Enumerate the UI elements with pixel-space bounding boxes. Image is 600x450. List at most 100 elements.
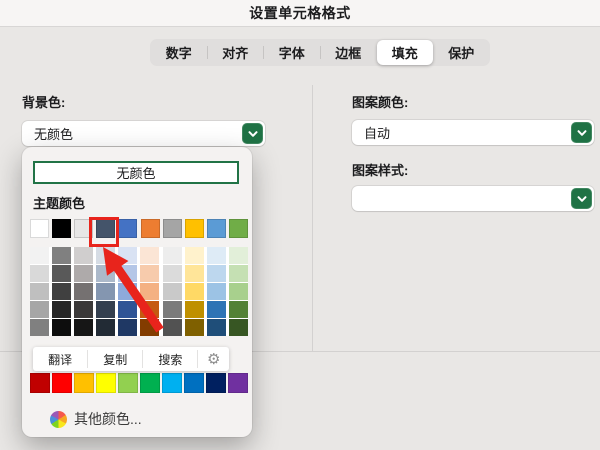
theme-variant-swatch[interactable] (185, 283, 204, 300)
theme-variant-swatch[interactable] (229, 247, 248, 264)
chevron-down-icon[interactable] (571, 188, 592, 209)
theme-variant-swatch[interactable] (30, 301, 49, 318)
theme-variant-swatch[interactable] (229, 319, 248, 336)
theme-color-swatch[interactable] (30, 219, 49, 238)
theme-variant-swatch[interactable] (229, 265, 248, 282)
theme-variant-swatch[interactable] (52, 265, 71, 282)
background-color-dropdown[interactable]: 无颜色 (22, 121, 265, 146)
theme-variant-swatch[interactable] (30, 283, 49, 300)
tab-对齐[interactable]: 对齐 (208, 40, 264, 65)
context-menu-item-翻译[interactable]: 翻译 (33, 347, 87, 371)
theme-variant-swatch[interactable] (118, 247, 137, 264)
theme-variant-swatch[interactable] (30, 247, 49, 264)
theme-variant-swatch[interactable] (74, 265, 93, 282)
theme-variant-swatch[interactable] (207, 301, 226, 318)
theme-color-swatch[interactable] (185, 219, 204, 238)
theme-color-swatch[interactable] (118, 219, 137, 238)
tab-边框[interactable]: 边框 (321, 40, 377, 65)
no-color-button[interactable]: 无颜色 (33, 161, 239, 184)
theme-color-swatch[interactable] (141, 219, 160, 238)
theme-variant-swatch[interactable] (52, 283, 71, 300)
theme-variant-swatch[interactable] (96, 247, 115, 264)
standard-color-swatch[interactable] (206, 373, 226, 393)
theme-variant-swatch[interactable] (163, 319, 182, 336)
standard-color-swatch[interactable] (118, 373, 138, 393)
theme-variant-swatch[interactable] (96, 319, 115, 336)
theme-variant-swatch[interactable] (96, 283, 115, 300)
theme-variant-swatch[interactable] (30, 319, 49, 336)
tab-填充[interactable]: 填充 (377, 40, 433, 65)
theme-variant-swatch[interactable] (207, 247, 226, 264)
theme-variant-swatch[interactable] (118, 283, 137, 300)
theme-variant-swatch[interactable] (185, 301, 204, 318)
more-colors-label: 其他颜色... (74, 409, 142, 429)
format-cells-dialog: 设置单元格格式 数字对齐字体边框填充保护 背景色: 无颜色 图案颜色: 自动 图… (0, 0, 600, 450)
theme-color-swatch[interactable] (163, 219, 182, 238)
theme-variant-swatch[interactable] (207, 265, 226, 282)
standard-color-swatch[interactable] (30, 373, 50, 393)
theme-variant-swatch[interactable] (74, 247, 93, 264)
theme-color-swatch[interactable] (207, 219, 226, 238)
theme-variant-swatch[interactable] (140, 265, 159, 282)
standard-color-swatch[interactable] (228, 373, 248, 393)
standard-color-swatch[interactable] (52, 373, 72, 393)
tab-字体[interactable]: 字体 (264, 40, 320, 65)
theme-variant-swatch[interactable] (74, 283, 93, 300)
theme-variant-swatch[interactable] (163, 247, 182, 264)
chevron-down-icon[interactable] (242, 123, 263, 144)
theme-variant-swatch[interactable] (52, 301, 71, 318)
color-wheel-icon (50, 411, 67, 428)
tab-保护[interactable]: 保护 (434, 40, 490, 65)
theme-variant-swatch[interactable] (140, 247, 159, 264)
theme-variant-swatch[interactable] (163, 283, 182, 300)
context-menu: 翻译复制搜索⚙ (33, 347, 229, 371)
theme-variant-swatch[interactable] (52, 319, 71, 336)
gear-icon[interactable]: ⚙ (198, 347, 229, 371)
standard-colors-row (30, 373, 248, 393)
theme-variant-swatch[interactable] (207, 319, 226, 336)
theme-variant-swatch[interactable] (229, 283, 248, 300)
theme-variant-swatch[interactable] (30, 265, 49, 282)
standard-color-swatch[interactable] (184, 373, 204, 393)
theme-variant-swatch[interactable] (52, 247, 71, 264)
theme-variant-swatch[interactable] (96, 265, 115, 282)
theme-variant-swatch[interactable] (140, 283, 159, 300)
theme-variant-swatch[interactable] (229, 301, 248, 318)
theme-variant-swatch[interactable] (118, 319, 137, 336)
theme-colors-row (30, 219, 248, 238)
standard-color-swatch[interactable] (74, 373, 94, 393)
theme-variant-swatch[interactable] (74, 301, 93, 318)
more-colors-button[interactable]: 其他颜色... (50, 409, 142, 429)
pattern-style-dropdown[interactable] (352, 186, 594, 211)
theme-variant-swatch[interactable] (163, 301, 182, 318)
standard-color-swatch[interactable] (140, 373, 160, 393)
dialog-title: 设置单元格格式 (249, 3, 351, 23)
context-menu-item-搜索[interactable]: 搜索 (143, 347, 197, 371)
theme-variant-swatch[interactable] (118, 301, 137, 318)
vertical-divider (312, 85, 313, 351)
theme-variant-swatch[interactable] (96, 301, 115, 318)
theme-variant-swatch[interactable] (185, 319, 204, 336)
highlight-rectangle-annotation (89, 217, 119, 247)
theme-variant-swatch[interactable] (74, 319, 93, 336)
pattern-color-dropdown[interactable]: 自动 (352, 120, 594, 145)
theme-variant-swatch[interactable] (207, 283, 226, 300)
theme-variant-swatch[interactable] (185, 265, 204, 282)
theme-variant-swatch[interactable] (185, 247, 204, 264)
standard-color-swatch[interactable] (96, 373, 116, 393)
background-color-value: 无颜色 (34, 121, 73, 146)
theme-variant-swatch[interactable] (140, 301, 159, 318)
theme-color-swatch[interactable] (229, 219, 248, 238)
theme-variant-swatch[interactable] (163, 265, 182, 282)
format-tabs: 数字对齐字体边框填充保护 (150, 39, 490, 66)
theme-variant-swatch[interactable] (118, 265, 137, 282)
tab-数字[interactable]: 数字 (151, 40, 207, 65)
standard-color-swatch[interactable] (162, 373, 182, 393)
context-menu-item-复制[interactable]: 复制 (88, 347, 142, 371)
dialog-titlebar: 设置单元格格式 (0, 0, 600, 27)
theme-color-swatch[interactable] (52, 219, 71, 238)
theme-colors-label: 主题颜色 (33, 193, 85, 212)
chevron-down-icon[interactable] (571, 122, 592, 143)
background-color-label: 背景色: (22, 92, 65, 111)
theme-variant-swatch[interactable] (140, 319, 159, 336)
